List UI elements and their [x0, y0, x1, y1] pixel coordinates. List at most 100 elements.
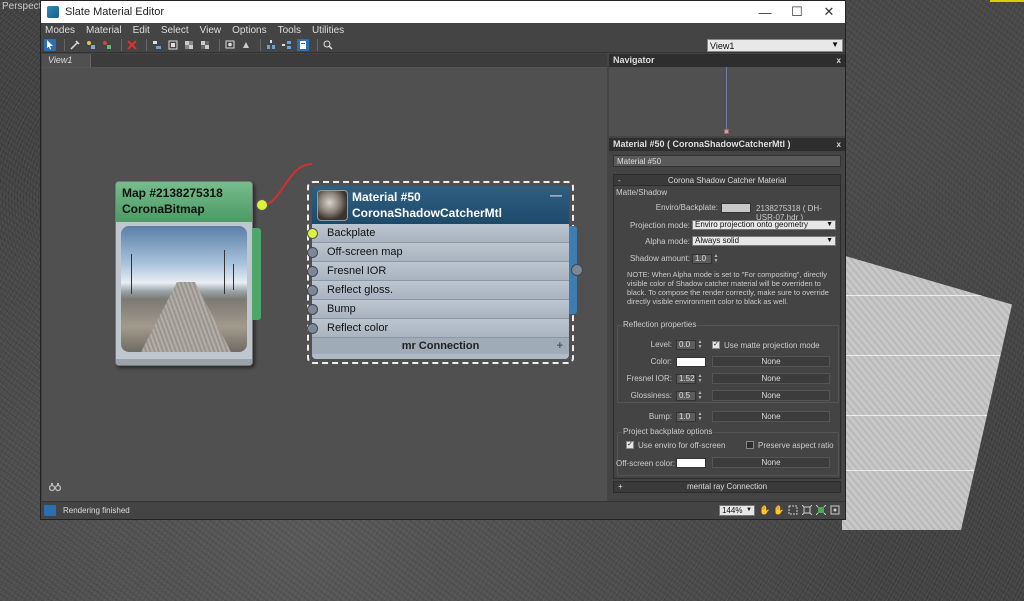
use-matte-projection-checkbox[interactable]: ✓: [712, 341, 720, 349]
zoom-extents-icon[interactable]: [801, 504, 812, 516]
enviro-swatch[interactable]: [721, 203, 751, 213]
show-map-icon[interactable]: [183, 39, 195, 51]
navigator-view[interactable]: [609, 67, 845, 136]
delete-icon[interactable]: [126, 39, 138, 51]
minimize-button[interactable]: —: [749, 5, 781, 20]
app-icon: [47, 6, 59, 18]
pan-hand-icon[interactable]: ✋: [759, 505, 770, 516]
close-icon[interactable]: x: [837, 54, 841, 67]
zoom-hand-icon[interactable]: ✋: [773, 505, 784, 516]
material-output-socket[interactable]: [571, 264, 583, 276]
offscreen-color-swatch[interactable]: [676, 458, 706, 468]
binoculars-icon[interactable]: [48, 482, 62, 495]
glossiness-field[interactable]: 0.5: [676, 391, 696, 401]
material-name-field[interactable]: Material #50: [613, 155, 841, 167]
bump-field[interactable]: 1.0: [676, 412, 696, 422]
material-id-icon[interactable]: [224, 39, 236, 51]
slot-fresnel-ior[interactable]: Fresnel IOR: [307, 262, 569, 281]
view-selector-dropdown[interactable]: View1 ▼: [707, 39, 843, 52]
menu-options[interactable]: Options: [232, 25, 266, 36]
offscreen-map-button[interactable]: None: [712, 457, 830, 468]
pan-to-selected-icon[interactable]: [829, 505, 840, 516]
node-view-canvas[interactable]: Map #2138275318 CoronaBitmap Material #5…: [42, 68, 607, 501]
show-end-result-icon[interactable]: [240, 39, 252, 51]
fresnel-map-button[interactable]: None: [712, 373, 830, 384]
input-socket[interactable]: [307, 266, 318, 277]
use-enviro-checkbox[interactable]: ✓: [626, 441, 634, 449]
parameter-editor-title-bar[interactable]: Material #50 ( CoronaShadowCatcherMtl ) …: [609, 138, 845, 151]
put-to-scene-icon[interactable]: [85, 39, 97, 51]
zoom-region-icon[interactable]: [787, 505, 798, 516]
menu-material[interactable]: Material: [86, 25, 122, 36]
mental-ray-rollout[interactable]: + mental ray Connection: [613, 481, 841, 493]
input-socket[interactable]: [307, 323, 318, 334]
zoom-dropdown[interactable]: 144% ▼: [719, 505, 755, 516]
chevron-down-icon: ▼: [831, 40, 839, 49]
slot-off-screen-map[interactable]: Off-screen map: [307, 243, 569, 262]
bump-map-button[interactable]: None: [712, 411, 830, 422]
title-bar[interactable]: Slate Material Editor — ☐ ✕: [41, 1, 845, 23]
move-children-icon[interactable]: [151, 39, 163, 51]
maximize-button[interactable]: ☐: [781, 4, 813, 20]
material-node[interactable]: Material #50 CoronaShadowCatcherMtl — Ba…: [307, 181, 583, 364]
hide-unused-slots-icon[interactable]: [167, 39, 179, 51]
rollout-header[interactable]: - Corona Shadow Catcher Material: [614, 175, 840, 186]
menu-edit[interactable]: Edit: [133, 25, 150, 36]
pick-material-icon[interactable]: [69, 39, 81, 51]
menu-modes[interactable]: Modes: [45, 25, 75, 36]
input-socket[interactable]: [307, 247, 318, 258]
input-socket[interactable]: [307, 304, 318, 315]
level-field[interactable]: 0.0: [676, 340, 696, 350]
menu-tools[interactable]: Tools: [278, 25, 301, 36]
color-map-button[interactable]: None: [712, 356, 830, 367]
map-output-tab: [252, 228, 261, 320]
close-icon[interactable]: x: [837, 138, 841, 151]
spinner-arrows-icon[interactable]: ▲ ▼: [697, 374, 703, 384]
select-tool-icon[interactable]: [44, 38, 56, 51]
menu-select[interactable]: Select: [161, 25, 189, 36]
expand-icon[interactable]: +: [618, 482, 623, 492]
shadow-amount-field[interactable]: 1.0: [692, 254, 712, 264]
map-node[interactable]: Map #2138275318 CoronaBitmap: [115, 181, 261, 366]
parameter-editor-panel: Material #50 ( CoronaShadowCatcherMtl ) …: [609, 138, 845, 501]
material-node-header[interactable]: Material #50 CoronaShadowCatcherMtl —: [312, 186, 569, 224]
spinner-arrows-icon[interactable]: ▲ ▼: [713, 254, 719, 264]
spinner-arrows-icon[interactable]: ▲ ▼: [697, 391, 703, 401]
view-selector-value: View1: [710, 40, 735, 51]
slot-reflect-color[interactable]: Reflect color: [307, 319, 569, 338]
slot-label: Reflect gloss.: [327, 284, 394, 296]
input-socket[interactable]: [307, 285, 318, 296]
slot-reflect-gloss[interactable]: Reflect gloss.: [307, 281, 569, 300]
glossiness-map-button[interactable]: None: [712, 390, 830, 401]
slot-bump[interactable]: Bump: [307, 300, 569, 319]
navigator-title-bar[interactable]: Navigator x: [609, 54, 845, 67]
layout-vertical-icon[interactable]: [265, 39, 277, 51]
tab-view1[interactable]: View1: [42, 54, 91, 67]
collapse-icon[interactable]: -: [618, 175, 621, 186]
menu-view[interactable]: View: [200, 25, 222, 36]
alpha-mode-dropdown[interactable]: Always solid ▼: [692, 236, 836, 246]
spinner-arrows-icon[interactable]: ▲ ▼: [697, 340, 703, 350]
mr-connection-group[interactable]: mr Connection +: [312, 338, 569, 354]
parameter-editor-icon[interactable]: [297, 38, 309, 51]
zoom-extents-selected-icon[interactable]: [815, 504, 826, 516]
toolbar-separator: [317, 38, 318, 51]
select-by-material-icon[interactable]: [322, 39, 334, 51]
input-socket[interactable]: [307, 228, 318, 239]
color-swatch[interactable]: [676, 357, 706, 367]
map-node-header[interactable]: Map #2138275318 CoronaBitmap: [116, 182, 252, 222]
projection-mode-dropdown[interactable]: Enviro projection onto geometry ▼: [692, 220, 836, 230]
layout-horizontal-icon[interactable]: [281, 39, 293, 51]
map-output-socket[interactable]: [256, 199, 268, 211]
menu-utilities[interactable]: Utilities: [312, 25, 344, 36]
collapse-node-button[interactable]: —: [550, 187, 562, 203]
expand-icon[interactable]: +: [557, 338, 563, 354]
assign-material-icon[interactable]: [101, 39, 113, 51]
fresnel-ior-field[interactable]: 1.52: [676, 374, 696, 384]
slot-backplate[interactable]: Backplate: [307, 224, 569, 243]
preserve-aspect-checkbox[interactable]: [746, 441, 754, 449]
mental-ray-rollout-title: mental ray Connection: [686, 482, 768, 491]
show-background-icon[interactable]: [199, 39, 211, 51]
close-button[interactable]: ✕: [813, 4, 845, 20]
spinner-arrows-icon[interactable]: ▲ ▼: [697, 412, 703, 422]
